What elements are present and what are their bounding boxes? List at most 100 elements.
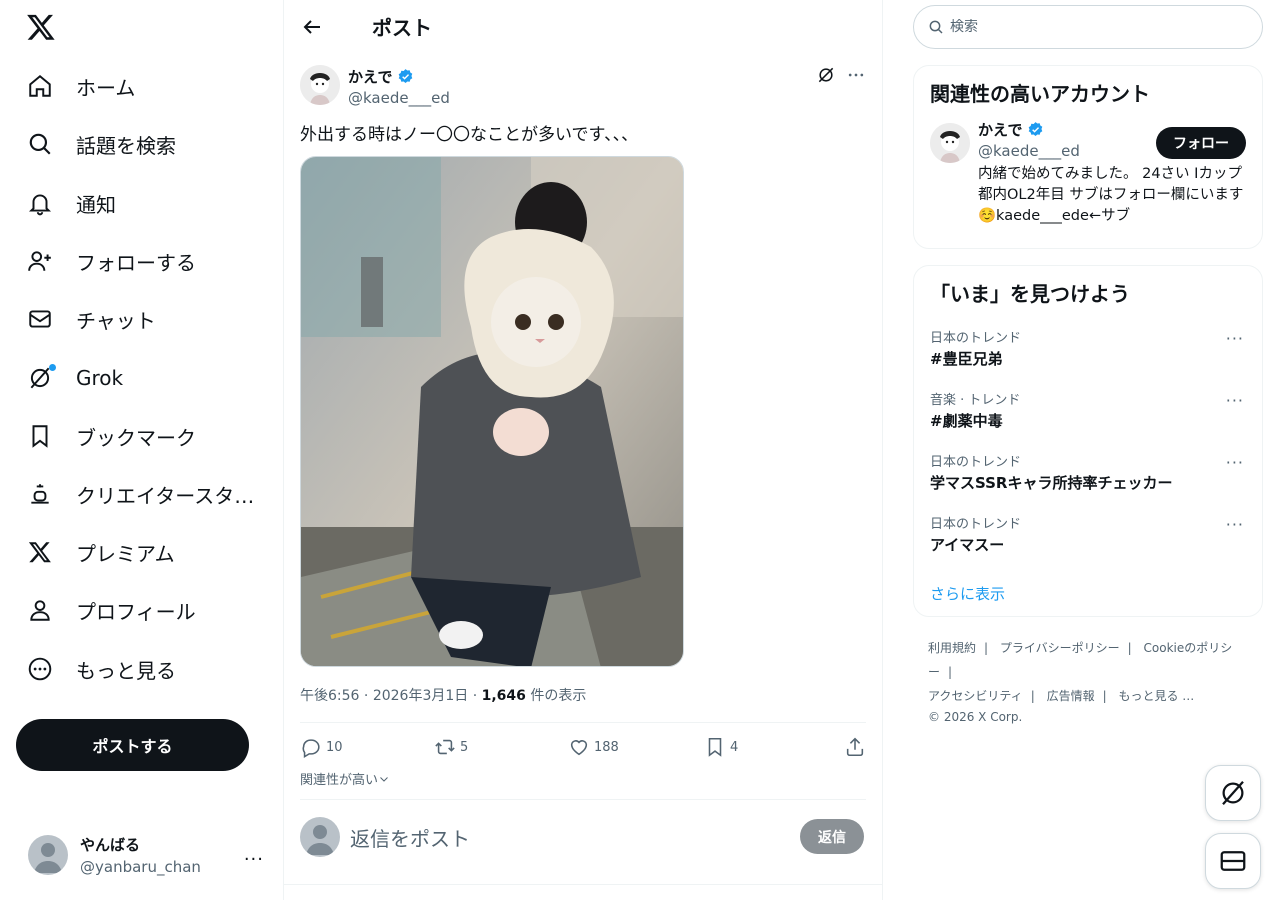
nav-follow[interactable]: フォローする xyxy=(16,236,206,286)
footer: 利用規約 | プライバシーポリシー | Cookieのポリシー | アクセシビリティ |… xyxy=(928,636,1258,726)
nav-explore[interactable]: 話題を検索 xyxy=(16,119,186,169)
recommended-accounts-card: 関連性の高いアカウント かえで @kaede___ed 内緒で始めてみました。 … xyxy=(913,65,1263,249)
repost-button[interactable]: 5 xyxy=(434,736,568,758)
trend-item[interactable]: 音楽 · トレンド #劇薬中毒 ··· xyxy=(914,381,1262,443)
grok-icon[interactable] xyxy=(816,65,836,85)
x-logo-icon xyxy=(26,538,54,566)
trend-name: #劇薬中毒 xyxy=(930,412,1003,430)
nav-label: フォローする xyxy=(76,250,196,275)
view-count: 1,646 xyxy=(481,688,526,704)
more-options-icon[interactable]: ··· xyxy=(1226,453,1244,472)
trends-card: 「いま」を見つけよう 日本のトレンド #豊臣兄弟 ··· 音楽 · トレンド #… xyxy=(913,265,1263,617)
author-name-text: かえで xyxy=(348,68,393,86)
nav-label: ホーム xyxy=(76,75,136,100)
avatar xyxy=(300,817,340,857)
copyright: © 2026 X Corp. xyxy=(928,710,1023,724)
more-circle-icon xyxy=(26,655,54,683)
divider xyxy=(300,722,866,723)
nav-label: 話題を検索 xyxy=(76,133,176,158)
reply-submit-button[interactable]: 返信 xyxy=(800,819,864,854)
nav-label: プレミアム xyxy=(76,541,175,566)
reply-count: 10 xyxy=(326,739,343,755)
bookmark-icon xyxy=(26,422,54,450)
footer-link[interactable]: プライバシーポリシー xyxy=(1000,641,1120,655)
nav-chat[interactable]: チャット xyxy=(16,294,166,344)
verified-badge-icon xyxy=(1028,122,1042,136)
bookmark-button[interactable]: 4 xyxy=(704,736,838,758)
page-header: ポスト xyxy=(284,0,882,53)
nav-label: チャット xyxy=(76,308,156,333)
post-date[interactable]: 2026年3月1日 xyxy=(373,688,468,704)
search-input[interactable] xyxy=(950,19,1230,35)
x-logo-icon[interactable] xyxy=(26,12,56,42)
more-options-icon[interactable]: ··· xyxy=(1226,329,1244,348)
avatar[interactable] xyxy=(930,123,970,163)
grok-icon xyxy=(1222,781,1244,805)
grok-float-button[interactable] xyxy=(1205,765,1261,821)
nav-premium[interactable]: プレミアム xyxy=(16,527,185,577)
trend-item[interactable]: 日本のトレンド #豊臣兄弟 ··· xyxy=(914,319,1262,381)
sort-label: 関連性が高い xyxy=(300,773,379,788)
account-more-icon[interactable]: ... xyxy=(244,844,264,865)
trend-item[interactable]: 日本のトレンド 学マスSSRキャラ所持率チェッカー ··· xyxy=(914,443,1262,505)
recommended-account[interactable]: かえで @kaede___ed 内緒で始めてみました。 24さい Iカップ 都内… xyxy=(914,119,1262,245)
repost-icon xyxy=(435,739,455,755)
post-button[interactable]: ポストする xyxy=(16,719,249,771)
sort-relevance-dropdown[interactable]: 関連性が高い xyxy=(300,769,390,788)
footer-link[interactable]: 広告情報 xyxy=(1047,689,1095,703)
reply-composer[interactable]: 返信をポスト 返信 xyxy=(300,815,866,863)
nav-label: プロフィール xyxy=(76,599,196,624)
nav-label: もっと見る xyxy=(76,658,176,683)
footer-link[interactable]: 利用規約 xyxy=(928,641,976,655)
nav-more[interactable]: もっと見る xyxy=(16,644,186,694)
more-options-icon[interactable]: ··· xyxy=(1226,391,1244,410)
search-icon xyxy=(929,20,943,34)
trend-item[interactable]: 日本のトレンド アイマスー ··· xyxy=(914,505,1262,567)
creator-icon xyxy=(26,480,54,508)
nav-profile[interactable]: プロフィール xyxy=(16,585,206,635)
profile-icon xyxy=(26,596,54,624)
nav-home[interactable]: ホーム xyxy=(16,61,145,111)
account-switcher[interactable]: やんばる @yanbaru_chan ... xyxy=(16,826,272,884)
trend-context: 日本のトレンド xyxy=(930,331,1022,346)
bookmark-icon xyxy=(708,737,722,757)
reply-input[interactable]: 返信をポスト xyxy=(350,823,470,852)
verified-badge-icon xyxy=(398,69,412,83)
left-sidebar: ホーム 話題を検索 通知 フォローする チャット Grok ブックマーク クリエ… xyxy=(0,0,284,900)
nav-creator-studio[interactable]: クリエイタースタ… xyxy=(16,469,264,519)
author-handle[interactable]: @kaede___ed xyxy=(348,89,450,107)
search-bar[interactable] xyxy=(913,5,1263,49)
mail-icon xyxy=(26,305,54,333)
trend-name: #豊臣兄弟 xyxy=(930,350,1003,368)
post-time[interactable]: 午後6:56 xyxy=(300,688,359,704)
reply-button[interactable]: 10 xyxy=(300,736,434,758)
grok-icon xyxy=(26,364,56,392)
account-name: やんばる xyxy=(80,836,141,854)
nav-bookmarks[interactable]: ブックマーク xyxy=(16,411,206,461)
show-more-link[interactable]: さらに表示 xyxy=(914,567,1262,622)
trend-context: 日本のトレンド xyxy=(930,455,1022,470)
author-avatar[interactable] xyxy=(300,65,340,105)
share-button[interactable] xyxy=(844,736,866,758)
author-name[interactable]: かえで xyxy=(348,66,450,87)
messages-float-button[interactable] xyxy=(1205,833,1261,889)
nav-grok[interactable]: Grok xyxy=(16,353,133,403)
search-icon xyxy=(26,130,54,158)
main-column: ポスト かえで @kaede___ed 外出する時はノー〇〇なことが多いです、、… xyxy=(284,0,883,900)
back-arrow-icon[interactable] xyxy=(300,15,324,39)
footer-link[interactable]: もっと見る … xyxy=(1118,689,1194,703)
like-button[interactable]: 188 xyxy=(568,736,704,758)
more-options-icon[interactable]: ··· xyxy=(1226,515,1244,534)
account-handle: @yanbaru_chan xyxy=(80,858,201,876)
post-image[interactable] xyxy=(300,156,684,667)
follow-button[interactable]: フォロー xyxy=(1156,127,1246,159)
post-header: かえで @kaede___ed xyxy=(300,65,866,107)
more-options-icon[interactable] xyxy=(846,65,866,85)
divider xyxy=(300,799,866,800)
trend-name: 学マスSSRキャラ所持率チェッカー xyxy=(930,474,1173,492)
avatar xyxy=(28,835,68,875)
trend-context: 音楽 · トレンド xyxy=(930,393,1021,408)
nav-notifications[interactable]: 通知 xyxy=(16,178,126,228)
footer-link[interactable]: アクセシビリティ xyxy=(928,689,1023,703)
trend-context: 日本のトレンド xyxy=(930,517,1022,532)
